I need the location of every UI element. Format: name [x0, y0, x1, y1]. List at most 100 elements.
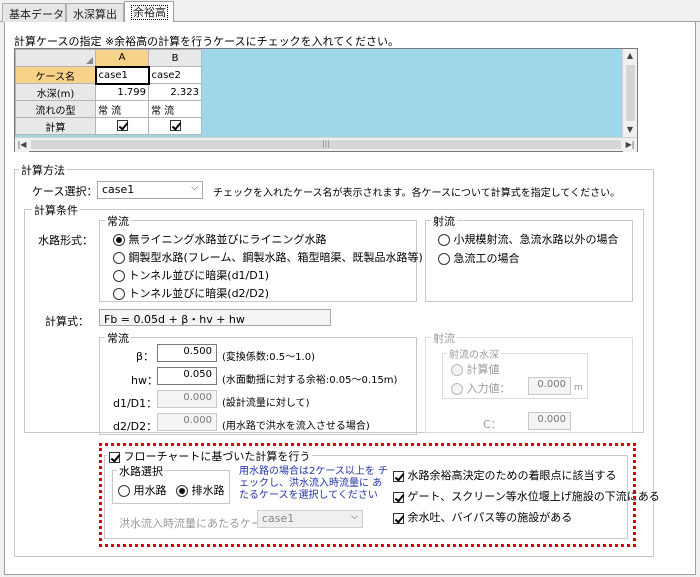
checkbox-gate-downstream[interactable]	[393, 491, 404, 503]
channel-select-title: 水路選択	[117, 463, 165, 479]
subcritical-title: 常流	[105, 213, 131, 229]
column-header-a[interactable]: A	[95, 49, 149, 67]
option-calc-value[interactable]: 計算値	[451, 361, 500, 377]
option-steel-channel-label: 鋼製型水路(フレーム、鋼製水路、箱型暗渠、既製品水路等)	[128, 251, 423, 264]
option-unlined-channel[interactable]: 無ライニング水路並びにライニング水路	[113, 231, 327, 247]
option-irrigation[interactable]: 用水路	[118, 482, 167, 498]
option-unlined-channel-label: 無ライニング水路並びにライニング水路	[128, 233, 327, 246]
row-header-water-depth: 水深(m)	[15, 83, 96, 101]
flowchart-checkbox-label: フローチャートに基づいた計算を行う	[123, 450, 311, 463]
option-calc-value-label: 計算値	[466, 363, 500, 376]
radio-steel-channel[interactable]	[113, 252, 125, 264]
water-depth-cell-b[interactable]: 2.323	[148, 83, 202, 101]
hw-input[interactable]: 0.050	[157, 367, 217, 385]
option-tunnel-d1-label: トンネル並びに暗渠(d1/D1)	[128, 269, 270, 282]
option-drainage[interactable]: 排水路	[176, 482, 225, 498]
tab-freeboard[interactable]: 余裕高	[124, 1, 174, 23]
case-section-title: 計算ケースの指定 ※余裕高の計算を行うケースにチェックを入れてください。	[14, 35, 399, 48]
formula-display: Fb = 0.05d + β・hv + hw	[99, 309, 331, 326]
option-tunnel-d2[interactable]: トンネル並びに暗渠(d2/D2)	[113, 285, 269, 301]
radio-steep-channel[interactable]	[438, 253, 450, 265]
calc-cell-a[interactable]	[95, 117, 149, 135]
d2-note: (用水路で洪水を流入させる場合)	[222, 421, 370, 432]
row-header-flow-type: 流れの型	[15, 100, 96, 118]
scroll-last-icon[interactable]: ▶|	[623, 138, 637, 152]
row-header-calc: 計算	[15, 117, 96, 135]
d2-input[interactable]: 0.000	[157, 413, 217, 431]
case-select-label: ケース選択：	[32, 185, 98, 198]
tab-basic-data[interactable]: 基本データ	[2, 3, 66, 22]
radio-calc-value[interactable]	[451, 364, 463, 376]
option-steel-channel[interactable]: 鋼製型水路(フレーム、鋼製水路、箱型暗渠、既製品水路等)	[113, 249, 423, 265]
calc-method-title: 計算方法	[19, 162, 67, 178]
scroll-down-icon[interactable]: ▼	[623, 123, 637, 137]
beta-label: β：	[136, 350, 155, 363]
option-drainage-label: 排水路	[191, 484, 225, 497]
grid-horizontal-scrollbar[interactable]: |◀ ||| ▶|	[15, 137, 637, 152]
radio-drainage[interactable]	[176, 485, 188, 497]
option-input-value[interactable]: 入力値：	[451, 380, 511, 396]
channel-form-label: 水路形式：	[38, 234, 93, 247]
option-input-value-label: 入力値：	[466, 382, 511, 395]
calc-cell-b[interactable]	[148, 117, 202, 135]
chevron-down-icon: ⌵	[191, 183, 198, 193]
option-small-supercritical-label: 小規模射流、急流水路以外の場合	[453, 233, 619, 246]
radio-input-value[interactable]	[451, 383, 463, 395]
d1-input[interactable]: 0.000	[157, 390, 217, 408]
subcritical-params-title: 常流	[105, 330, 131, 346]
tab-freeboard-label: 余裕高	[131, 5, 168, 20]
input-value-unit: m	[574, 383, 583, 393]
flow-type-cell-b[interactable]: 常 流	[148, 100, 202, 118]
tab-bar: 基本データ 水深算出 余裕高	[0, 0, 700, 23]
d1-note: (設計流量に対して)	[222, 398, 310, 409]
option-small-supercritical[interactable]: 小規模射流、急流水路以外の場合	[438, 231, 619, 247]
calc-conditions-title: 計算条件	[32, 202, 80, 218]
option-steep-channel[interactable]: 急流工の場合	[438, 250, 520, 266]
calc-checkbox-a[interactable]	[116, 120, 128, 132]
option-irrigation-label: 用水路	[133, 484, 167, 497]
case-select-dropdown[interactable]: case1 ⌵	[97, 181, 203, 199]
case-select-note: チェックを入れたケース名が表示されます。各ケースについて計算式を指定してください…	[213, 188, 621, 199]
radio-tunnel-d2[interactable]	[113, 288, 125, 300]
flood-case-chevron-icon: ⌵	[351, 512, 358, 522]
case-grid: A B ケース名 case1 case2 水深(m) 1.799 2.323 流…	[15, 49, 202, 135]
flood-case-dropdown[interactable]: case1 ⌵	[257, 510, 363, 528]
input-value-field[interactable]: 0.000	[528, 377, 571, 395]
flowchart-checkbox[interactable]	[109, 451, 120, 463]
radio-irrigation[interactable]	[118, 485, 130, 497]
radio-tunnel-d1[interactable]	[113, 270, 125, 282]
hw-note: (水面動揺に対する余裕:0.05～0.15m)	[222, 375, 398, 386]
case-name-cell-a[interactable]: case1	[94, 65, 150, 85]
grid-vertical-scrollbar[interactable]: ▲ ▼	[622, 49, 637, 137]
check-gate-downstream[interactable]: ゲート、スクリーン等水位堰上げ施設の下流にある	[393, 488, 660, 504]
scroll-up-icon[interactable]: ▲	[623, 49, 637, 63]
scroll-first-icon[interactable]: |◀	[15, 138, 29, 152]
case-name-cell-b[interactable]: case2	[148, 66, 202, 84]
water-depth-group-title: 射流の水深	[447, 346, 501, 361]
check-spillway[interactable]: 余水吐、バイパス等の施設がある	[393, 509, 572, 525]
beta-input[interactable]: 0.500	[157, 344, 217, 362]
vertical-scroll-thumb[interactable]	[626, 65, 635, 121]
flow-type-cell-a[interactable]: 常 流	[95, 100, 149, 118]
radio-small-supercritical[interactable]	[438, 234, 450, 246]
beta-note: (変換係数:0.5～1.0)	[222, 352, 315, 363]
tab-water-depth[interactable]: 水深算出	[66, 3, 124, 22]
flood-case-value: case1	[262, 512, 295, 525]
formula-label: 計算式：	[45, 315, 89, 328]
irrigation-note: 用水路の場合は2ケース以上を チェックし、洪水流入時流量に あたるケースを選択し…	[239, 466, 389, 501]
horizontal-scroll-thumb[interactable]: |||	[31, 140, 621, 149]
checkbox-freeboard-criteria[interactable]	[393, 470, 404, 482]
supercritical-params-title: 射流	[431, 330, 457, 346]
water-depth-cell-a[interactable]: 1.799	[95, 83, 149, 101]
check-freeboard-criteria[interactable]: 水路余裕高決定のための着眼点に該当する	[393, 467, 617, 483]
option-tunnel-d1[interactable]: トンネル並びに暗渠(d1/D1)	[113, 267, 269, 283]
c-label: C：	[483, 418, 502, 431]
option-steep-channel-label: 急流工の場合	[453, 252, 520, 265]
check-gate-downstream-label: ゲート、スクリーン等水位堰上げ施設の下流にある	[407, 490, 660, 503]
column-header-b[interactable]: B	[148, 49, 202, 67]
flowchart-toggle[interactable]: フローチャートに基づいた計算を行う	[107, 448, 313, 464]
c-input[interactable]: 0.000	[528, 412, 571, 430]
calc-checkbox-b[interactable]	[169, 120, 181, 132]
checkbox-spillway[interactable]	[393, 512, 404, 524]
radio-unlined-channel[interactable]	[113, 234, 125, 246]
